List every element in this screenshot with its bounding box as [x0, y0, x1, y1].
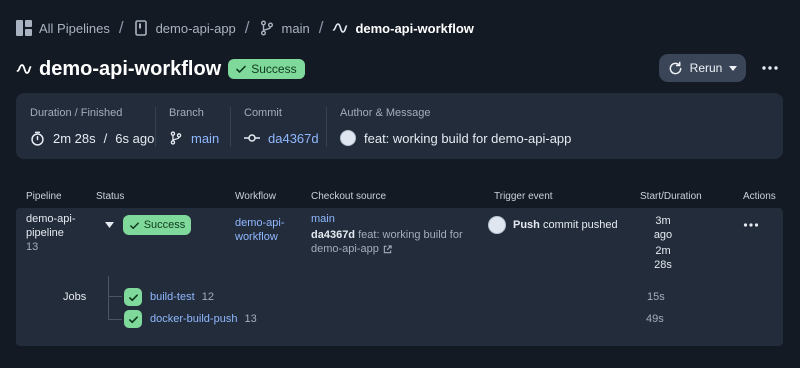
breadcrumb-all-pipelines[interactable]: All Pipelines — [39, 21, 110, 36]
workflow-name-line1[interactable]: demo-api- — [235, 216, 285, 230]
checkout-source-cell: main da4367d feat: working build for dem… — [311, 212, 463, 256]
avatar — [340, 130, 356, 146]
column-header-trigger: Trigger event — [494, 191, 553, 202]
page-header: demo-api-workflow Success — [16, 55, 305, 83]
divider — [326, 107, 327, 147]
workflow-icon — [16, 61, 32, 77]
repository-icon — [133, 20, 149, 36]
trigger-description: commit pushed — [542, 219, 618, 231]
workflow-icon — [332, 20, 348, 36]
job-duration: 15s — [647, 291, 665, 303]
workflow-summary-panel: Duration / Finished 2m 28s / 6s ago Bran… — [16, 93, 783, 159]
breadcrumb: All Pipelines / demo-api-app / main / de… — [16, 18, 474, 38]
pipeline-table-body: demo-api- pipeline 13 Success demo-api- … — [16, 208, 783, 346]
job-duration: 49s — [646, 313, 664, 325]
external-link-icon[interactable] — [383, 244, 392, 254]
grid-icon — [16, 20, 32, 36]
pipeline-cell: demo-api- pipeline 13 — [26, 212, 76, 254]
commit-message: feat: working build for demo-api-app — [364, 130, 572, 146]
row-status-label: Success — [143, 219, 186, 231]
duration-line2: 28s — [654, 259, 672, 271]
timer-icon — [30, 131, 45, 146]
commit-link[interactable]: da4367d — [268, 131, 319, 146]
checkout-branch-link[interactable]: main — [311, 212, 463, 226]
author-field: Author & Message feat: working build for… — [340, 107, 571, 148]
tree-connector — [108, 319, 122, 320]
duration-field: Duration / Finished 2m 28s / 6s ago — [30, 107, 154, 148]
author-label: Author & Message — [340, 107, 431, 119]
column-header-pipeline: Pipeline — [26, 191, 62, 202]
workflow-link[interactable]: demo-api- workflow — [235, 216, 285, 244]
more-horizontal-icon — [762, 66, 778, 70]
breadcrumb-project[interactable]: demo-api-app — [156, 21, 236, 36]
breadcrumb-branch[interactable]: main — [282, 21, 310, 36]
start-line2: ago — [653, 229, 673, 241]
branch-field: Branch main — [169, 107, 219, 148]
divider — [230, 107, 231, 147]
avatar — [488, 216, 506, 234]
trigger-event-cell: Push commit pushed — [488, 216, 618, 234]
duration-value: 2m 28s — [53, 130, 96, 146]
checkout-message-line1: feat: working build for — [358, 229, 463, 241]
checkout-message-line2: demo-api-app — [311, 243, 379, 255]
rerun-button[interactable]: Rerun — [659, 54, 746, 82]
job-status-success — [124, 288, 142, 306]
rerun-label: Rerun — [689, 61, 723, 75]
duration-line1: 2m — [655, 245, 671, 257]
column-header-status: Status — [96, 191, 125, 202]
more-options-button[interactable] — [760, 58, 780, 78]
pipeline-name-line1[interactable]: demo-api- — [26, 212, 76, 226]
check-icon — [129, 221, 139, 229]
job-row: build-test 12 — [150, 290, 214, 304]
checkout-commit[interactable]: da4367d — [311, 229, 355, 241]
tree-connector — [108, 296, 122, 297]
status-badge-label: Success — [251, 62, 297, 76]
refresh-icon — [668, 61, 683, 76]
job-name-link[interactable]: build-test — [150, 291, 195, 303]
chevron-down-icon[interactable] — [105, 221, 114, 228]
breadcrumb-separator: / — [244, 18, 250, 37]
row-status-badge: Success — [123, 215, 191, 235]
column-header-actions: Actions — [743, 191, 776, 202]
breadcrumb-separator: / — [118, 18, 124, 37]
branch-link[interactable]: main — [191, 131, 219, 146]
commit-icon — [244, 133, 260, 143]
duration-label: Duration / Finished — [30, 107, 123, 119]
job-number: 12 — [201, 291, 214, 303]
check-icon — [236, 65, 247, 73]
breadcrumb-workflow: demo-api-workflow — [355, 20, 474, 36]
tree-connector — [108, 276, 109, 319]
check-icon — [128, 293, 138, 301]
start-duration-cell: 3m ago 2m 28s — [650, 214, 676, 272]
column-header-checkout: Checkout source — [311, 191, 387, 202]
chevron-down-icon — [729, 65, 738, 71]
workflow-name-line2[interactable]: workflow — [235, 230, 285, 244]
page-title: demo-api-workflow — [39, 57, 222, 80]
job-status-success — [124, 310, 142, 328]
branch-label: Branch — [169, 107, 204, 119]
status-badge: Success — [228, 59, 305, 79]
start-line1: 3m — [655, 215, 671, 227]
commit-label: Commit — [244, 107, 282, 119]
column-header-start-duration: Start/Duration — [640, 191, 702, 202]
job-number: 13 — [244, 313, 257, 325]
check-icon — [128, 315, 138, 323]
duration-separator: / — [103, 130, 108, 146]
breadcrumb-separator: / — [318, 18, 324, 37]
pipeline-name-line2[interactable]: pipeline — [26, 226, 76, 240]
commit-field: Commit da4367d — [244, 107, 319, 148]
trigger-type: Push — [513, 219, 540, 231]
branch-icon — [169, 131, 183, 145]
branch-icon — [259, 20, 275, 36]
jobs-label: Jobs — [63, 291, 87, 303]
job-name-link[interactable]: docker-build-push — [150, 313, 237, 325]
divider — [155, 107, 156, 147]
column-header-workflow: Workflow — [235, 191, 276, 202]
finished-value: 6s ago — [115, 130, 155, 146]
job-row: docker-build-push 13 — [150, 312, 257, 326]
pipeline-number: 13 — [26, 241, 39, 253]
more-horizontal-icon[interactable] — [743, 222, 759, 228]
